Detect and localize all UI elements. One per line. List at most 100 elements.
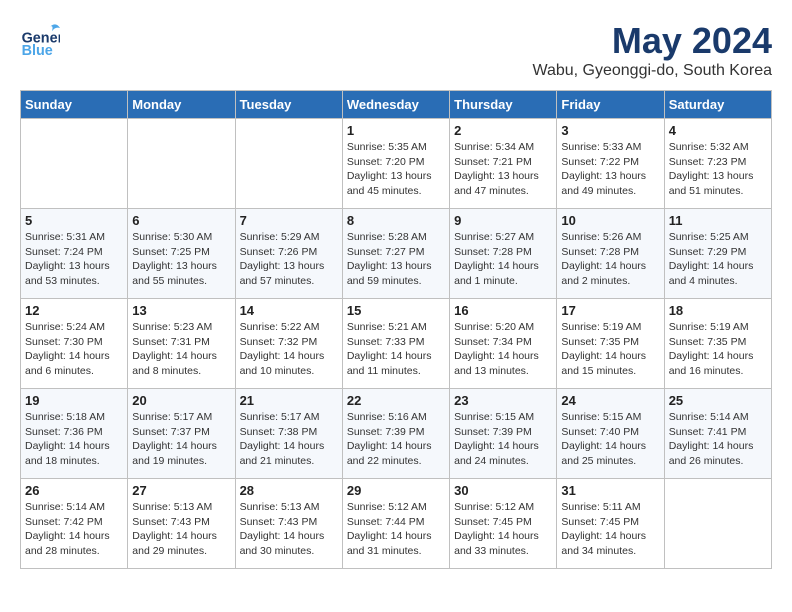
day-detail: Sunrise: 5:24 AM Sunset: 7:30 PM Dayligh…	[25, 320, 123, 379]
day-number: 31	[561, 483, 659, 498]
day-detail: Sunrise: 5:20 AM Sunset: 7:34 PM Dayligh…	[454, 320, 552, 379]
calendar-cell: 4Sunrise: 5:32 AM Sunset: 7:23 PM Daylig…	[664, 119, 771, 209]
weekday-header-wednesday: Wednesday	[342, 91, 449, 119]
day-detail: Sunrise: 5:11 AM Sunset: 7:45 PM Dayligh…	[561, 500, 659, 559]
calendar-cell: 26 Sunrise: 5:14 AM Sunset: 7:42 PM Dayli…	[21, 479, 128, 569]
day-detail: Sunrise: 5:15 AM Sunset: 7:39 PM Dayligh…	[454, 410, 552, 469]
calendar-cell: 31 Sunrise: 5:11 AM Sunset: 7:45 PM Dayli…	[557, 479, 664, 569]
day-detail: Sunrise: 5:17 AM Sunset: 7:38 PM Dayligh…	[240, 410, 338, 469]
calendar-cell: 28 Sunrise: 5:13 AM Sunset: 7:43 PM Dayli…	[235, 479, 342, 569]
calendar-cell: 16 Sunrise: 5:20 AM Sunset: 7:34 PM Dayli…	[450, 299, 557, 389]
day-number: 27	[132, 483, 230, 498]
page-header: General Blue May 2024 Wabu, Gyeonggi-do,…	[20, 20, 772, 80]
day-number: 7	[240, 213, 338, 228]
svg-text:Blue: Blue	[22, 43, 53, 59]
day-number: 1	[347, 123, 445, 138]
calendar-cell: 5 Sunrise: 5:31 AM Sunset: 7:24 PM Daylig…	[21, 209, 128, 299]
day-number: 9	[454, 213, 552, 228]
calendar-week-row: 26 Sunrise: 5:14 AM Sunset: 7:42 PM Dayli…	[21, 479, 772, 569]
calendar-cell	[664, 479, 771, 569]
day-detail: Sunrise: 5:12 AM Sunset: 7:44 PM Dayligh…	[347, 500, 445, 559]
calendar-cell: 11Sunrise: 5:25 AM Sunset: 7:29 PM Dayli…	[664, 209, 771, 299]
calendar-cell: 8 Sunrise: 5:28 AM Sunset: 7:27 PM Daylig…	[342, 209, 449, 299]
calendar-week-row: 1Sunrise: 5:35 AM Sunset: 7:20 PM Daylig…	[21, 119, 772, 209]
calendar-cell	[235, 119, 342, 209]
day-number: 22	[347, 393, 445, 408]
day-detail: Sunrise: 5:29 AM Sunset: 7:26 PM Dayligh…	[240, 230, 338, 289]
day-number: 11	[669, 213, 767, 228]
day-number: 28	[240, 483, 338, 498]
day-number: 21	[240, 393, 338, 408]
weekday-header-friday: Friday	[557, 91, 664, 119]
calendar-cell: 10 Sunrise: 5:26 AM Sunset: 7:28 PM Dayli…	[557, 209, 664, 299]
calendar-table: SundayMondayTuesdayWednesdayThursdayFrid…	[20, 90, 772, 569]
day-detail: Sunrise: 5:13 AM Sunset: 7:43 PM Dayligh…	[132, 500, 230, 559]
calendar-cell: 9Sunrise: 5:27 AM Sunset: 7:28 PM Daylig…	[450, 209, 557, 299]
day-number: 15	[347, 303, 445, 318]
day-detail: Sunrise: 5:31 AM Sunset: 7:24 PM Dayligh…	[25, 230, 123, 289]
weekday-header-monday: Monday	[128, 91, 235, 119]
day-number: 5	[25, 213, 123, 228]
day-detail: Sunrise: 5:19 AM Sunset: 7:35 PM Dayligh…	[669, 320, 767, 379]
day-number: 16	[454, 303, 552, 318]
day-detail: Sunrise: 5:28 AM Sunset: 7:27 PM Dayligh…	[347, 230, 445, 289]
calendar-cell: 22 Sunrise: 5:16 AM Sunset: 7:39 PM Dayli…	[342, 389, 449, 479]
calendar-cell: 21 Sunrise: 5:17 AM Sunset: 7:38 PM Dayli…	[235, 389, 342, 479]
day-number: 25	[669, 393, 767, 408]
day-detail: Sunrise: 5:16 AM Sunset: 7:39 PM Dayligh…	[347, 410, 445, 469]
day-detail: Sunrise: 5:14 AM Sunset: 7:42 PM Dayligh…	[25, 500, 123, 559]
calendar-cell: 23 Sunrise: 5:15 AM Sunset: 7:39 PM Dayli…	[450, 389, 557, 479]
calendar-cell	[128, 119, 235, 209]
calendar-cell: 1Sunrise: 5:35 AM Sunset: 7:20 PM Daylig…	[342, 119, 449, 209]
day-number: 24	[561, 393, 659, 408]
calendar-cell: 20Sunrise: 5:17 AM Sunset: 7:37 PM Dayli…	[128, 389, 235, 479]
day-number: 8	[347, 213, 445, 228]
day-number: 17	[561, 303, 659, 318]
day-number: 10	[561, 213, 659, 228]
day-detail: Sunrise: 5:32 AM Sunset: 7:23 PM Dayligh…	[669, 140, 767, 199]
day-number: 14	[240, 303, 338, 318]
day-detail: Sunrise: 5:12 AM Sunset: 7:45 PM Dayligh…	[454, 500, 552, 559]
day-number: 12	[25, 303, 123, 318]
calendar-cell: 17 Sunrise: 5:19 AM Sunset: 7:35 PM Dayli…	[557, 299, 664, 389]
calendar-cell: 25Sunrise: 5:14 AM Sunset: 7:41 PM Dayli…	[664, 389, 771, 479]
day-number: 30	[454, 483, 552, 498]
month-title: May 2024	[532, 20, 772, 62]
calendar-cell: 18 Sunrise: 5:19 AM Sunset: 7:35 PM Dayli…	[664, 299, 771, 389]
day-number: 13	[132, 303, 230, 318]
day-detail: Sunrise: 5:18 AM Sunset: 7:36 PM Dayligh…	[25, 410, 123, 469]
day-detail: Sunrise: 5:33 AM Sunset: 7:22 PM Dayligh…	[561, 140, 659, 199]
day-detail: Sunrise: 5:17 AM Sunset: 7:37 PM Dayligh…	[132, 410, 230, 469]
weekday-header-sunday: Sunday	[21, 91, 128, 119]
calendar-cell: 15Sunrise: 5:21 AM Sunset: 7:33 PM Dayli…	[342, 299, 449, 389]
calendar-cell: 2 Sunrise: 5:34 AM Sunset: 7:21 PM Daylig…	[450, 119, 557, 209]
day-detail: Sunrise: 5:30 AM Sunset: 7:25 PM Dayligh…	[132, 230, 230, 289]
calendar-cell: 12 Sunrise: 5:24 AM Sunset: 7:30 PM Dayli…	[21, 299, 128, 389]
day-number: 2	[454, 123, 552, 138]
day-number: 26	[25, 483, 123, 498]
day-number: 6	[132, 213, 230, 228]
calendar-week-row: 19 Sunrise: 5:18 AM Sunset: 7:36 PM Dayli…	[21, 389, 772, 479]
calendar-cell: 6 Sunrise: 5:30 AM Sunset: 7:25 PM Daylig…	[128, 209, 235, 299]
day-detail: Sunrise: 5:15 AM Sunset: 7:40 PM Dayligh…	[561, 410, 659, 469]
calendar-cell: 24 Sunrise: 5:15 AM Sunset: 7:40 PM Dayli…	[557, 389, 664, 479]
calendar-cell: 3 Sunrise: 5:33 AM Sunset: 7:22 PM Daylig…	[557, 119, 664, 209]
day-detail: Sunrise: 5:19 AM Sunset: 7:35 PM Dayligh…	[561, 320, 659, 379]
calendar-cell: 29Sunrise: 5:12 AM Sunset: 7:44 PM Dayli…	[342, 479, 449, 569]
calendar-week-row: 12 Sunrise: 5:24 AM Sunset: 7:30 PM Dayli…	[21, 299, 772, 389]
day-detail: Sunrise: 5:23 AM Sunset: 7:31 PM Dayligh…	[132, 320, 230, 379]
calendar-cell: 14 Sunrise: 5:22 AM Sunset: 7:32 PM Dayli…	[235, 299, 342, 389]
logo: General Blue	[20, 20, 60, 60]
day-detail: Sunrise: 5:22 AM Sunset: 7:32 PM Dayligh…	[240, 320, 338, 379]
day-number: 19	[25, 393, 123, 408]
day-detail: Sunrise: 5:34 AM Sunset: 7:21 PM Dayligh…	[454, 140, 552, 199]
calendar-week-row: 5 Sunrise: 5:31 AM Sunset: 7:24 PM Daylig…	[21, 209, 772, 299]
day-number: 23	[454, 393, 552, 408]
day-detail: Sunrise: 5:26 AM Sunset: 7:28 PM Dayligh…	[561, 230, 659, 289]
day-number: 18	[669, 303, 767, 318]
calendar-cell: 30 Sunrise: 5:12 AM Sunset: 7:45 PM Dayli…	[450, 479, 557, 569]
day-number: 3	[561, 123, 659, 138]
day-detail: Sunrise: 5:13 AM Sunset: 7:43 PM Dayligh…	[240, 500, 338, 559]
calendar-cell: 13 Sunrise: 5:23 AM Sunset: 7:31 PM Dayli…	[128, 299, 235, 389]
weekday-header-tuesday: Tuesday	[235, 91, 342, 119]
